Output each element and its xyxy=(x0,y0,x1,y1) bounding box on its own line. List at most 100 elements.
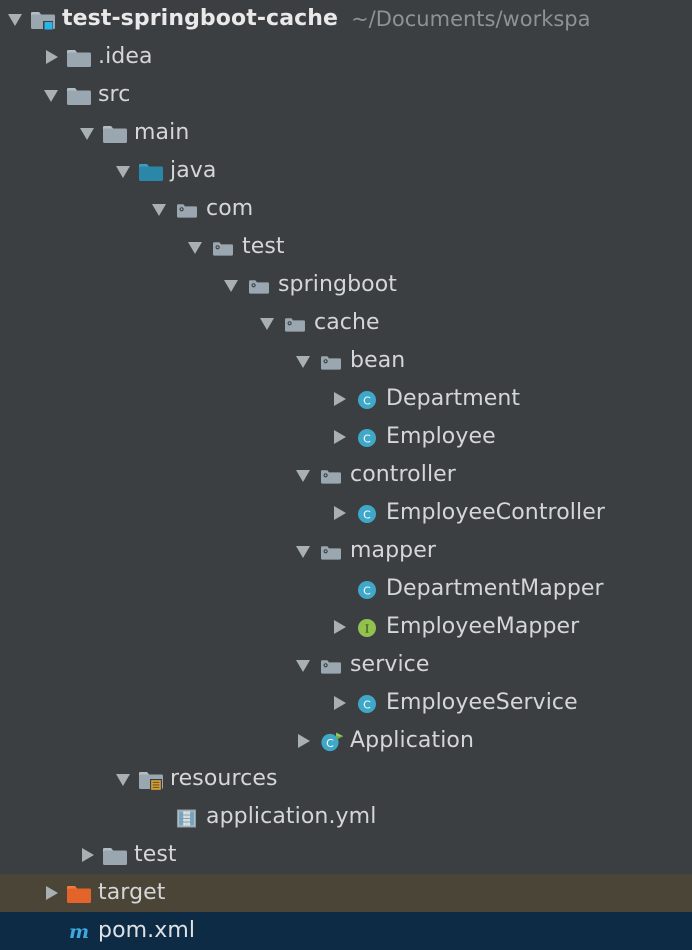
tree-row-label: resources xyxy=(170,766,278,791)
chevron-down-icon[interactable] xyxy=(294,646,316,684)
resource-root-folder-icon xyxy=(136,760,166,798)
tree-row-path: ~/Documents/workspa xyxy=(351,7,591,31)
package-icon xyxy=(172,190,202,228)
chevron-down-icon[interactable] xyxy=(294,456,316,494)
tree-row-springboot[interactable]: springboot xyxy=(0,266,692,304)
tree-row-application[interactable]: C Application xyxy=(0,722,692,760)
chevron-right-icon[interactable] xyxy=(42,38,64,76)
tree-row-service[interactable]: service xyxy=(0,646,692,684)
svg-text:C: C xyxy=(326,737,334,750)
chevron-right-icon[interactable] xyxy=(78,836,100,874)
tree-row-target[interactable]: target xyxy=(0,874,692,912)
java-class-icon: C xyxy=(352,570,382,608)
java-class-icon: C xyxy=(352,684,382,722)
tree-row-test[interactable]: test xyxy=(0,836,692,874)
chevron-down-icon[interactable] xyxy=(258,304,280,342)
svg-text:C: C xyxy=(363,699,371,712)
tree-row-application-yml[interactable]: application.yml xyxy=(0,798,692,836)
tree-row-src[interactable]: src xyxy=(0,76,692,114)
java-interface-icon: I xyxy=(352,608,382,646)
tree-row-controller[interactable]: controller xyxy=(0,456,692,494)
tree-row-departmentmapper[interactable]: C DepartmentMapper xyxy=(0,570,692,608)
chevron-down-icon[interactable] xyxy=(294,342,316,380)
tree-row-idea[interactable]: .idea xyxy=(0,38,692,76)
chevron-down-icon[interactable] xyxy=(222,266,244,304)
tree-row-label: Department xyxy=(386,386,521,411)
package-icon xyxy=(316,646,346,684)
package-icon xyxy=(316,342,346,380)
chevron-down-icon[interactable] xyxy=(42,76,64,114)
tree-row-label: EmployeeMapper xyxy=(386,614,580,639)
package-icon xyxy=(316,532,346,570)
java-class-icon: C xyxy=(352,494,382,532)
chevron-right-icon[interactable] xyxy=(330,684,352,722)
package-icon xyxy=(280,304,310,342)
tree-row-java[interactable]: java xyxy=(0,152,692,190)
tree-row-label: test xyxy=(134,842,177,867)
tree-row-label: controller xyxy=(350,462,456,487)
folder-icon xyxy=(100,114,130,152)
tree-row-label: mapper xyxy=(350,538,437,563)
package-icon xyxy=(316,456,346,494)
module-folder-icon xyxy=(28,0,58,38)
chevron-right-icon[interactable] xyxy=(330,418,352,456)
svg-text:C: C xyxy=(363,509,371,522)
package-icon xyxy=(244,266,274,304)
maven-file-icon: m xyxy=(64,912,94,950)
tree-row-label: test xyxy=(242,234,285,259)
tree-row-employeecontroller[interactable]: C EmployeeController xyxy=(0,494,692,532)
tree-row-label: main xyxy=(134,120,190,145)
chevron-down-icon[interactable] xyxy=(114,760,136,798)
runnable-class-icon: C xyxy=(316,722,346,760)
chevron-down-icon[interactable] xyxy=(78,114,100,152)
tree-row-pom-xml[interactable]: m pom.xml xyxy=(0,912,692,950)
chevron-down-icon[interactable] xyxy=(294,532,316,570)
tree-row-label: java xyxy=(170,158,217,183)
tree-row-label: test-springboot-cache xyxy=(62,6,339,31)
chevron-down-icon[interactable] xyxy=(186,228,208,266)
chevron-down-icon[interactable] xyxy=(6,0,28,38)
tree-row-label: service xyxy=(350,652,430,677)
tree-row-label: com xyxy=(206,196,254,221)
chevron-right-icon[interactable] xyxy=(330,608,352,646)
chevron-right-icon[interactable] xyxy=(42,874,64,912)
project-tree[interactable]: test-springboot-cache ~/Documents/workspa… xyxy=(0,0,692,950)
tree-row-test-springboot-cache[interactable]: test-springboot-cache ~/Documents/workspa xyxy=(0,0,692,38)
tree-row-cache[interactable]: cache xyxy=(0,304,692,342)
tree-row-department[interactable]: C Department xyxy=(0,380,692,418)
tree-row-label: cache xyxy=(314,310,380,335)
tree-row-label: springboot xyxy=(278,272,398,297)
svg-text:I: I xyxy=(365,622,369,635)
chevron-down-icon[interactable] xyxy=(114,152,136,190)
svg-text:m: m xyxy=(69,921,89,943)
folder-icon xyxy=(64,76,94,114)
tree-row-mapper[interactable]: mapper xyxy=(0,532,692,570)
chevron-right-icon[interactable] xyxy=(330,494,352,532)
svg-text:C: C xyxy=(363,433,371,446)
tree-row-bean[interactable]: bean xyxy=(0,342,692,380)
source-root-folder-icon xyxy=(136,152,166,190)
tree-row-employee[interactable]: C Employee xyxy=(0,418,692,456)
tree-row-label: application.yml xyxy=(206,804,377,829)
tree-row-employeemapper[interactable]: I EmployeeMapper xyxy=(0,608,692,646)
chevron-down-icon[interactable] xyxy=(150,190,172,228)
tree-row-label: DepartmentMapper xyxy=(386,576,604,601)
folder-icon xyxy=(64,38,94,76)
tree-row-label: target xyxy=(98,880,166,905)
tree-row-test[interactable]: test xyxy=(0,228,692,266)
chevron-right-icon[interactable] xyxy=(294,722,316,760)
folder-icon xyxy=(100,836,130,874)
tree-row-label: Application xyxy=(350,728,475,753)
chevron-right-icon[interactable] xyxy=(330,380,352,418)
tree-row-resources[interactable]: resources xyxy=(0,760,692,798)
tree-row-employeeservice[interactable]: C EmployeeService xyxy=(0,684,692,722)
svg-text:C: C xyxy=(363,585,371,598)
tree-row-label: Employee xyxy=(386,424,496,449)
excluded-folder-icon xyxy=(64,874,94,912)
tree-row-com[interactable]: com xyxy=(0,190,692,228)
svg-text:C: C xyxy=(363,395,371,408)
tree-row-main[interactable]: main xyxy=(0,114,692,152)
